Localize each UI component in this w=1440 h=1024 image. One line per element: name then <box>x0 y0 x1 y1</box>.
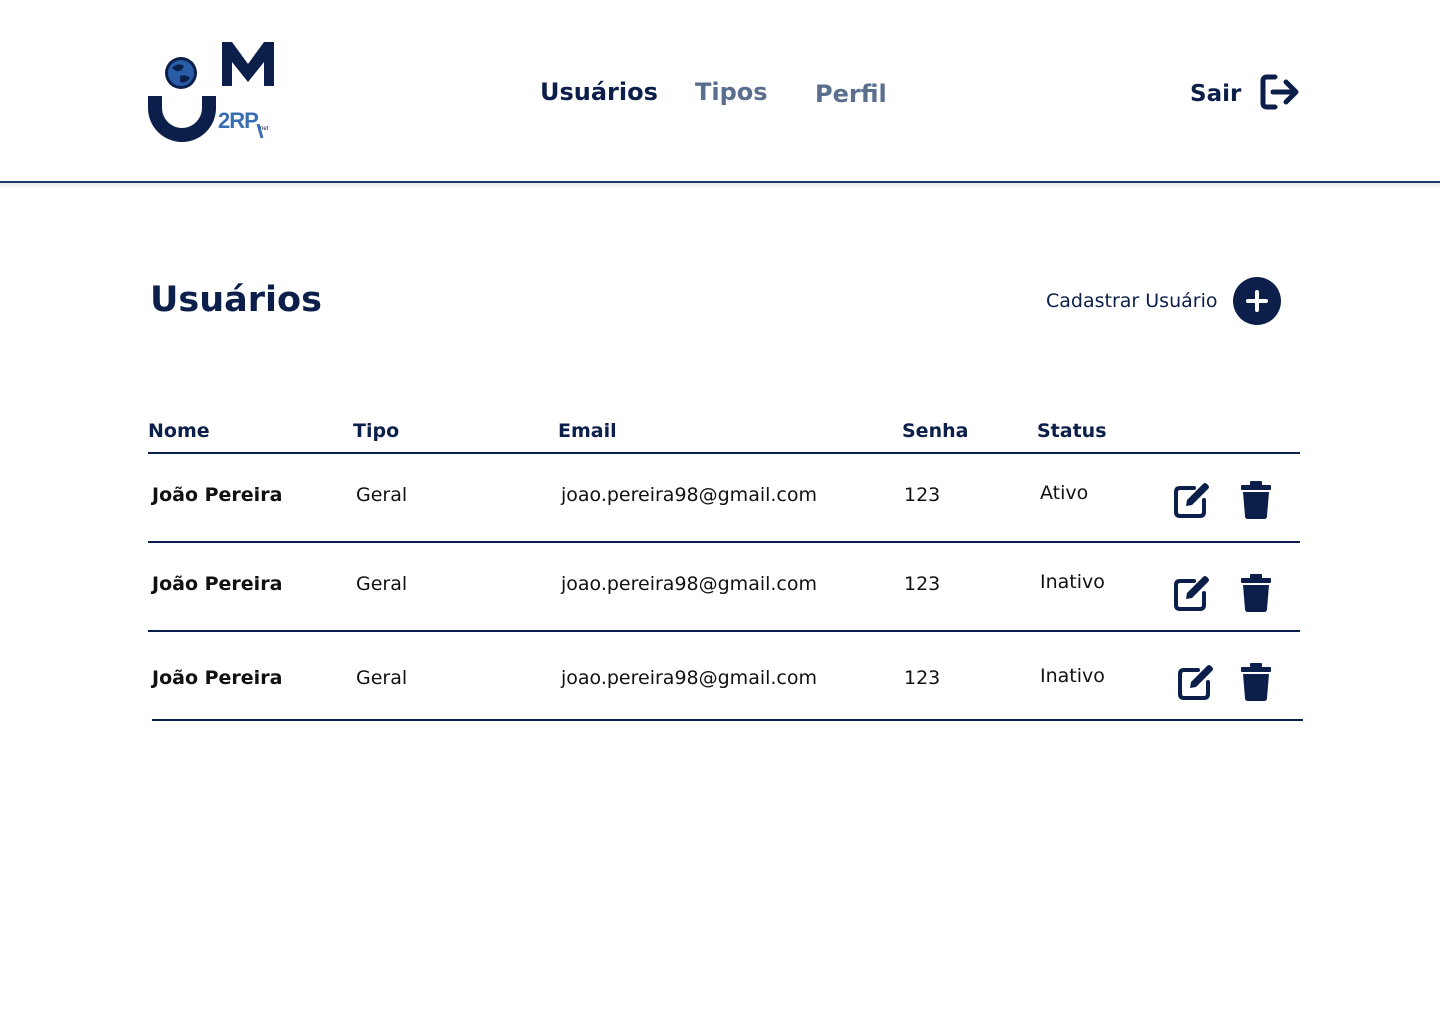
cell-email: joao.pereira98@gmail.com <box>561 484 818 506</box>
logout-icon <box>1259 73 1301 115</box>
svg-text:2RP: 2RP <box>218 108 258 133</box>
table-header: Nome Tipo Email Senha Status <box>148 418 1300 454</box>
cell-email: joao.pereira98@gmail.com <box>561 667 818 689</box>
header: 2RP net Usuários Tipos Perfil Sair <box>0 0 1440 189</box>
cell-nome: João Pereira <box>152 573 283 595</box>
add-user-button[interactable]: Cadastrar Usuário <box>1046 277 1282 325</box>
logo[interactable]: 2RP net <box>146 40 278 144</box>
row-actions <box>1176 662 1276 702</box>
column-header-tipo: Tipo <box>353 420 400 442</box>
table-row: João Pereira Geral joao.pereira98@gmail.… <box>152 632 1303 721</box>
table-row: João Pereira Geral joao.pereira98@gmail.… <box>148 454 1300 543</box>
cell-tipo: Geral <box>356 573 408 595</box>
column-header-email: Email <box>558 420 617 442</box>
cell-tipo: Geral <box>356 484 408 506</box>
cell-status: Ativo <box>1040 482 1089 504</box>
add-user-label: Cadastrar Usuário <box>1046 290 1218 312</box>
cell-nome: João Pereira <box>152 484 283 506</box>
cell-senha: 123 <box>904 573 941 595</box>
nav-item-tipos[interactable]: Tipos <box>695 78 768 106</box>
logout-label: Sair <box>1190 81 1242 107</box>
header-shadow <box>0 183 1440 189</box>
cell-email: joao.pereira98@gmail.com <box>561 573 818 595</box>
cell-senha: 123 <box>904 484 941 506</box>
plus-icon <box>1233 277 1282 325</box>
page-title: Usuários <box>150 280 322 320</box>
table-row: João Pereira Geral joao.pereira98@gmail.… <box>148 543 1300 632</box>
trash-icon[interactable] <box>1236 573 1276 613</box>
cell-nome: João Pereira <box>152 667 283 689</box>
trash-icon[interactable] <box>1236 480 1276 520</box>
column-header-status: Status <box>1037 420 1107 442</box>
row-actions <box>1172 480 1276 520</box>
row-actions <box>1172 573 1276 613</box>
edit-icon[interactable] <box>1176 662 1216 702</box>
edit-icon[interactable] <box>1172 480 1212 520</box>
cell-status: Inativo <box>1040 571 1105 593</box>
edit-icon[interactable] <box>1172 573 1212 613</box>
logout-button[interactable]: Sair <box>1190 74 1301 114</box>
cell-tipo: Geral <box>356 667 408 689</box>
nav-item-perfil[interactable]: Perfil <box>815 80 887 108</box>
column-header-senha: Senha <box>902 420 969 442</box>
cell-senha: 123 <box>904 667 941 689</box>
trash-icon[interactable] <box>1236 662 1276 702</box>
nav-item-usuarios[interactable]: Usuários <box>540 78 658 106</box>
column-header-nome: Nome <box>148 420 210 442</box>
cell-status: Inativo <box>1040 665 1105 687</box>
logo-mark: 2RP net <box>148 42 274 142</box>
users-table: Nome Tipo Email Senha Status João Pereir… <box>148 418 1303 721</box>
